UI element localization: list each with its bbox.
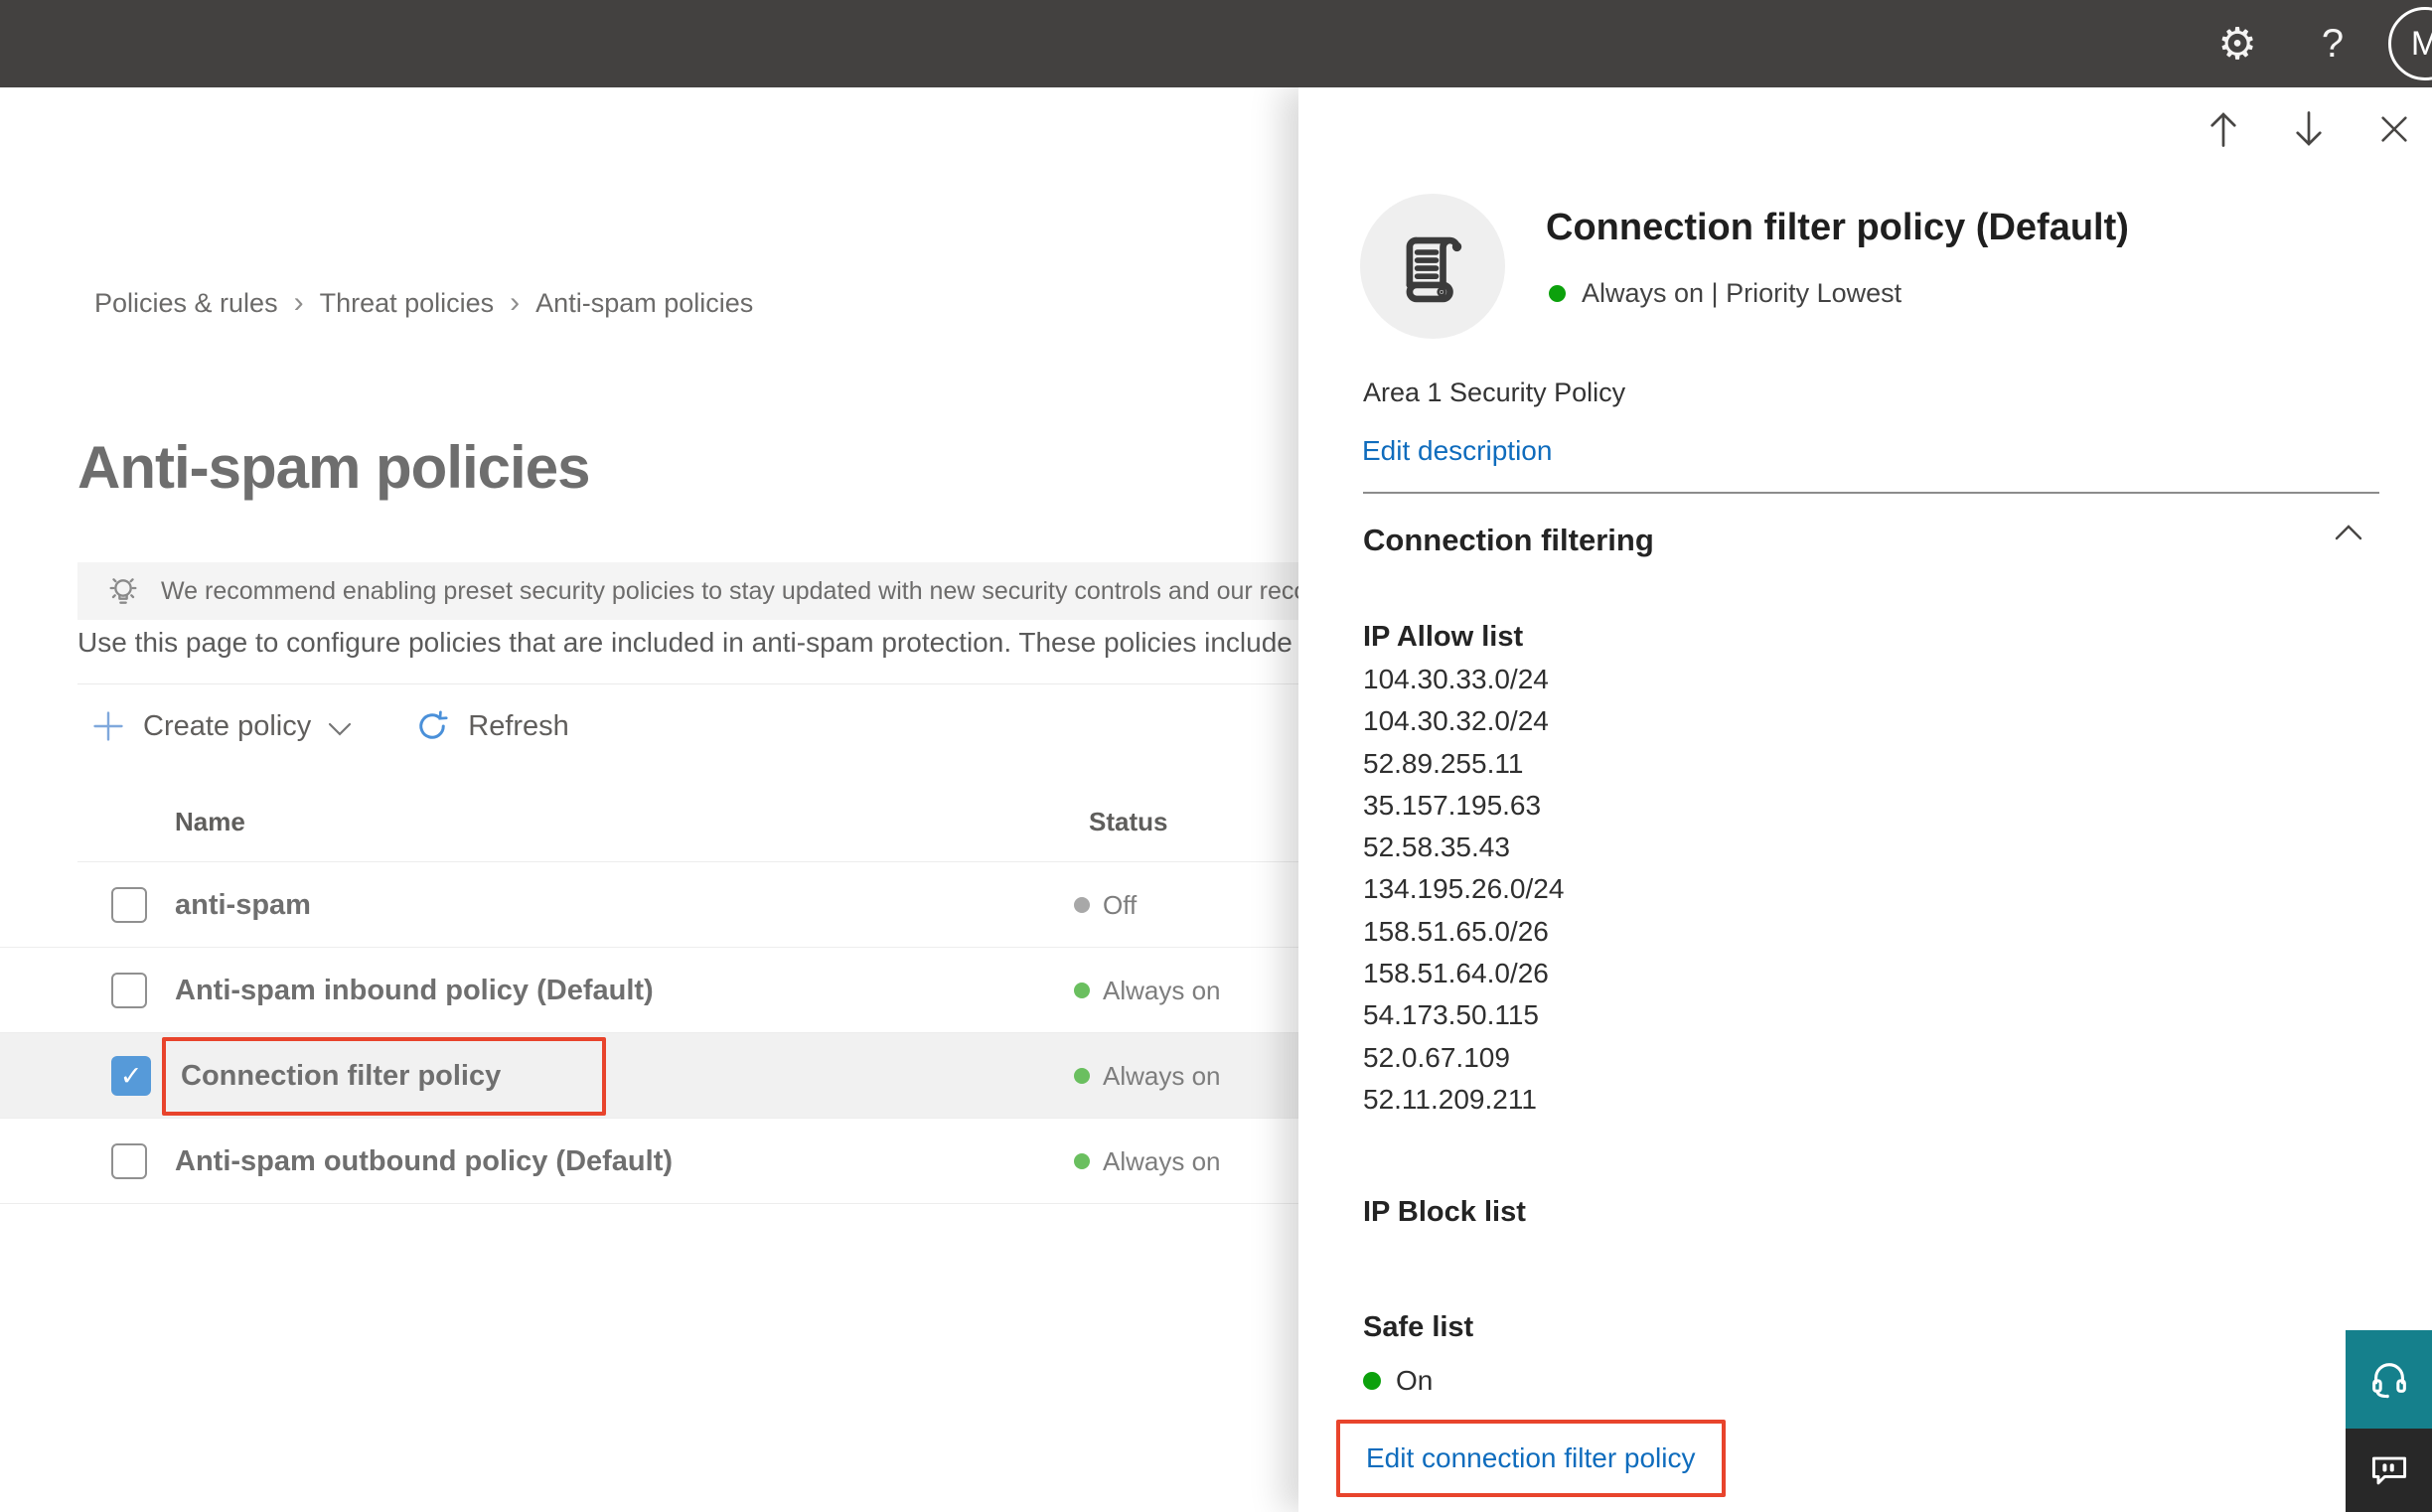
breadcrumb-separator-icon: › xyxy=(510,286,521,319)
top-app-bar: ⚙ ? M xyxy=(0,0,2432,87)
panel-status-text: Always on | Priority Lowest xyxy=(1582,278,1902,308)
panel-status: Always on | Priority Lowest xyxy=(1549,278,1901,309)
status-label: Always on xyxy=(1103,1145,1221,1176)
scroll-policy-icon xyxy=(1406,236,1462,303)
breadcrumb: Policies & rules › Threat policies › Ant… xyxy=(94,286,753,320)
policy-name[interactable]: Anti-spam outbound policy (Default) xyxy=(175,1119,673,1204)
ip-allow-list: 104.30.33.0/24 104.30.32.0/24 52.89.255.11… xyxy=(1363,659,1564,1121)
table-row[interactable]: Anti-spam outbound policy (Default) Alway… xyxy=(0,1119,1298,1204)
policy-name[interactable]: Anti-spam inbound policy (Default) xyxy=(175,948,654,1033)
account-avatar[interactable]: M xyxy=(2388,7,2432,80)
recommendation-banner: We recommend enabling preset security po… xyxy=(77,562,1298,620)
policy-details-panel: Connection filter policy (Default) Alway… xyxy=(1298,87,2432,1512)
ip-allow-entry: 158.51.65.0/26 xyxy=(1363,915,1549,947)
safe-list-status-text: On xyxy=(1396,1365,1434,1396)
divider xyxy=(77,683,1298,684)
previous-item-button[interactable] xyxy=(2204,109,2243,149)
breadcrumb-threat-policies[interactable]: Threat policies xyxy=(320,288,495,319)
ip-allow-entry: 52.11.209.211 xyxy=(1363,1083,1537,1115)
status-label: Always on xyxy=(1103,975,1221,1005)
ip-allow-entry: 104.30.33.0/24 xyxy=(1363,664,1549,694)
ip-allow-entry: 52.89.255.11 xyxy=(1363,747,1524,779)
status-label: Always on xyxy=(1103,1060,1221,1091)
ip-allow-entry: 54.173.50.115 xyxy=(1363,999,1539,1031)
plus-icon xyxy=(93,711,123,741)
page-title: Anti-spam policies xyxy=(77,434,590,501)
close-icon[interactable] xyxy=(2374,109,2414,149)
next-item-button[interactable] xyxy=(2289,109,2329,149)
ip-allow-list-label: IP Allow list xyxy=(1363,621,1524,653)
banner-text: We recommend enabling preset security po… xyxy=(161,576,1298,605)
status-dot xyxy=(1074,1153,1090,1169)
row-checkbox-checked[interactable]: ✓ xyxy=(111,1055,151,1096)
status-dot xyxy=(1074,897,1090,913)
status-cell: Always on xyxy=(1074,1033,1221,1119)
ip-allow-entry: 52.0.67.109 xyxy=(1363,1041,1510,1073)
status-label: Off xyxy=(1103,889,1138,920)
safe-list-label: Safe list xyxy=(1363,1311,1474,1343)
settings-gear-icon[interactable]: ⚙ xyxy=(2207,0,2267,87)
chevron-up-icon xyxy=(2335,525,2362,540)
feedback-bubble-icon xyxy=(2371,1456,2406,1485)
ip-allow-entry: 35.157.195.63 xyxy=(1363,789,1542,821)
avatar-initial: M xyxy=(2410,24,2432,63)
ip-block-list-label: IP Block list xyxy=(1363,1196,1526,1228)
policy-description: Area 1 Security Policy xyxy=(1363,378,1626,407)
panel-nav xyxy=(2204,109,2414,149)
chevron-down-icon xyxy=(329,722,352,736)
policy-type-avatar xyxy=(1360,194,1505,339)
create-policy-button[interactable]: Create policy xyxy=(91,709,353,743)
table-row[interactable]: Anti-spam inbound policy (Default) Always… xyxy=(0,948,1298,1033)
column-header-status[interactable]: Status xyxy=(1089,807,1167,837)
safe-list-status: On xyxy=(1363,1365,1433,1397)
close-x-glyph xyxy=(2381,116,2407,142)
support-button[interactable] xyxy=(2346,1330,2432,1429)
ip-allow-entry: 158.51.64.0/26 xyxy=(1363,958,1549,989)
help-icon[interactable]: ? xyxy=(2305,0,2360,87)
ip-allow-entry: 104.30.32.0/24 xyxy=(1363,705,1549,737)
refresh-icon xyxy=(419,710,448,739)
policy-table-body: anti-spam Off Anti-spam inbound policy (De… xyxy=(0,862,1298,1204)
edit-connection-filter-policy-link[interactable]: Edit connection filter policy xyxy=(1366,1442,1696,1474)
status-cell: Off xyxy=(1074,862,1137,948)
edit-policy-highlight-box: Edit connection filter policy xyxy=(1336,1420,1726,1497)
row-checkbox[interactable] xyxy=(111,1142,147,1179)
status-cell: Always on xyxy=(1074,948,1221,1033)
headset-icon xyxy=(2371,1362,2406,1398)
feedback-button[interactable] xyxy=(2346,1429,2432,1512)
breadcrumb-separator-icon: › xyxy=(293,286,304,319)
status-dot xyxy=(1549,285,1566,302)
main-content: Policies & rules › Threat policies › Ant… xyxy=(0,87,1298,1512)
status-dot xyxy=(1074,983,1090,998)
table-row[interactable]: ✓ Connection filter policy (Default) Alway… xyxy=(0,1033,1298,1162)
create-policy-label: Create policy xyxy=(143,709,312,742)
arrow-down-icon xyxy=(2296,111,2322,146)
command-bar: Create policy Refresh xyxy=(91,701,569,751)
column-header-name[interactable]: Name xyxy=(175,807,245,837)
breadcrumb-anti-spam-policies[interactable]: Anti-spam policies xyxy=(535,288,753,319)
status-dot xyxy=(1074,1068,1090,1084)
edit-description-link[interactable]: Edit description xyxy=(1362,435,1552,467)
policy-name[interactable]: anti-spam xyxy=(175,862,311,948)
breadcrumb-policies-rules[interactable]: Policies & rules xyxy=(94,288,278,319)
policy-name[interactable]: Connection filter policy (Default) xyxy=(162,1037,606,1162)
ip-allow-entry: 134.195.26.0/24 xyxy=(1363,873,1565,905)
refresh-label: Refresh xyxy=(468,709,569,742)
refresh-button[interactable]: Refresh xyxy=(414,708,569,744)
row-checkbox[interactable] xyxy=(111,972,147,1008)
section-connection-filtering: Connection filtering xyxy=(1363,523,1654,557)
status-dot xyxy=(1363,1372,1381,1390)
table-header: Name Status xyxy=(0,783,1298,862)
table-row[interactable]: anti-spam Off xyxy=(0,862,1298,948)
page-description: Use this page to configure policies that… xyxy=(77,627,1292,658)
row-checkbox[interactable] xyxy=(111,886,147,923)
lightbulb-icon xyxy=(109,578,137,604)
arrow-up-icon xyxy=(2210,112,2236,147)
panel-title: Connection filter policy (Default) xyxy=(1546,207,2129,248)
collapse-section-button[interactable] xyxy=(2332,521,2365,549)
status-cell: Always on xyxy=(1074,1119,1221,1204)
divider xyxy=(1363,492,2379,494)
ip-allow-entry: 52.58.35.43 xyxy=(1363,832,1510,863)
